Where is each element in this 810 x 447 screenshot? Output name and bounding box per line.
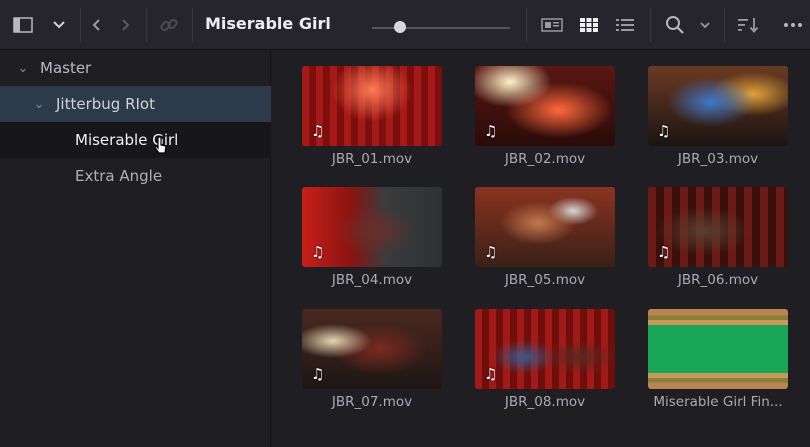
bin-title: Miserable Girl [205,14,331,33]
clip-thumbnail[interactable]: ♫ [302,66,442,146]
music-note-icon: ♫ [484,243,498,261]
search-options-button[interactable] [694,13,716,37]
bin-miserable-girl[interactable]: Miserable Girl [0,122,271,158]
music-note-icon: ♫ [311,122,325,140]
clip-name: JBR_02.mov [504,151,586,167]
bin-label: Master [40,59,92,77]
clip-name: JBR_08.mov [504,394,586,410]
chevron-down-icon [700,22,710,29]
clip-thumbnail[interactable]: ♫ [648,187,788,267]
clip-thumbnail[interactable]: ♫ [475,309,615,389]
grid-view-icon [580,18,598,32]
clip-thumbnail[interactable]: ♫ [475,66,615,146]
more-options-button[interactable] [780,13,806,37]
music-note-icon: ♫ [657,122,671,140]
bin-master[interactable]: ⌄ Master [0,50,271,86]
search-button[interactable] [662,13,688,37]
sort-button[interactable] [734,13,764,37]
chevron-down-icon[interactable]: ⌄ [32,97,46,112]
toolbar-divider [80,8,81,42]
toolbar-divider [724,8,725,42]
bin-label: Jitterbug RIot [56,95,155,113]
music-note-icon: ♫ [484,365,498,383]
mouse-cursor-icon [154,136,167,154]
chevron-right-icon [122,19,130,31]
zoom-slider-handle[interactable] [393,21,406,33]
clip-name: Miserable Girl Fin... [653,394,783,410]
clip-name: JBR_03.mov [677,151,759,167]
link-button[interactable] [156,13,182,37]
chevron-down-icon[interactable]: ⌄ [16,61,30,76]
music-note-icon: ♫ [484,122,498,140]
clip-thumbnail[interactable]: ♫ [302,309,442,389]
toolbar-divider [146,8,147,42]
thumbnail-view-button[interactable] [576,14,602,36]
list-view-icon [616,19,634,31]
clip-name: JBR_05.mov [504,272,586,288]
list-view-button[interactable] [612,14,638,36]
bin-extra-angle[interactable]: Extra Angle [0,158,271,194]
clip-name: JBR_04.mov [331,272,413,288]
clip-name: JBR_06.mov [677,272,759,288]
toolbar-divider [192,8,193,42]
clip-thumbnail[interactable]: ♫ [648,66,788,146]
chevron-left-icon [92,19,100,31]
link-icon [160,18,178,32]
toggle-sidebar-button[interactable] [10,13,36,37]
music-note-icon: ♫ [657,243,671,261]
sort-icon [738,18,759,33]
sidebar-menu-button[interactable] [45,13,73,37]
clip-thumbnail[interactable]: ♫ [475,187,615,267]
chevron-down-icon [53,21,65,29]
bin-list-sidebar: ⌄ Master ⌄ Jitterbug RIot Miserable Girl… [0,50,271,447]
back-button[interactable] [86,13,108,37]
metadata-view-button[interactable] [538,14,566,36]
toolbar-divider [526,8,527,42]
timeline-thumbnail[interactable] [648,309,788,389]
music-note-icon: ♫ [311,365,325,383]
toolbar-divider [650,8,651,42]
bin-jitterbug-riot[interactable]: ⌄ Jitterbug RIot [0,86,271,122]
clip-name: JBR_07.mov [331,394,413,410]
search-icon [666,16,684,34]
media-pool-toolbar: Miserable Girl [0,0,810,50]
clip-thumbnail[interactable]: ♫ [302,187,442,267]
more-icon [784,23,802,27]
forward-button[interactable] [114,13,136,37]
metadata-view-icon [541,18,563,32]
music-note-icon: ♫ [311,243,325,261]
bin-label: Extra Angle [75,167,163,185]
sidebar-panel-icon [13,17,33,33]
clip-name: JBR_01.mov [331,151,413,167]
thumbnail-zoom-slider[interactable] [372,27,510,29]
